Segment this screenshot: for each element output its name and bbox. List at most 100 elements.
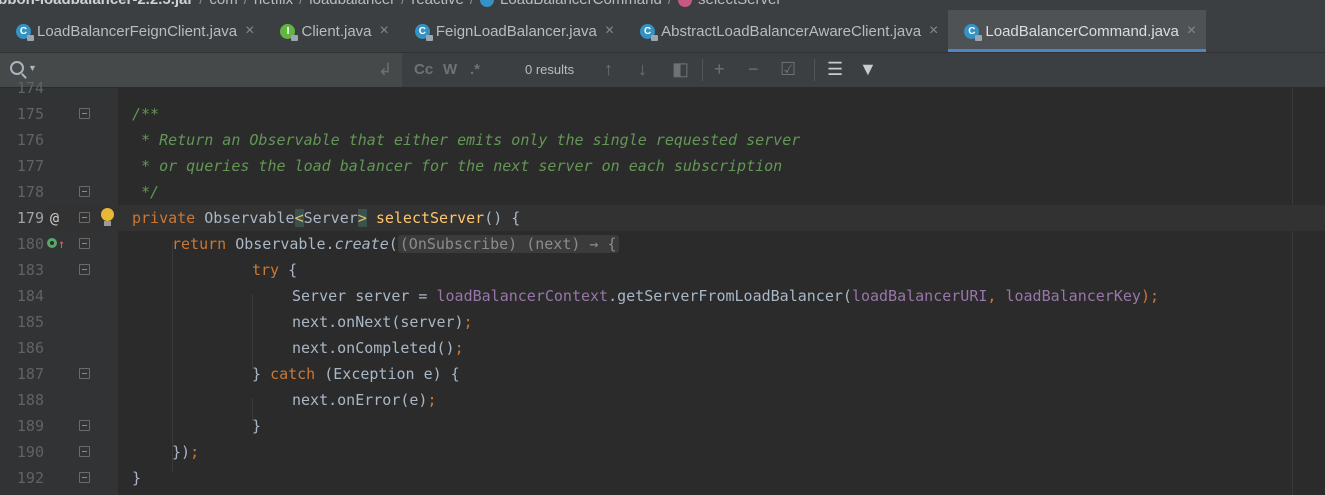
annotation-marker-icon[interactable]: @ xyxy=(50,205,59,231)
static-method: create xyxy=(334,235,389,253)
breadcrumb-item[interactable]: com xyxy=(209,0,237,8)
breadcrumb-separator: / xyxy=(299,0,303,8)
fold-icon[interactable] xyxy=(79,186,90,197)
tab-label: LoadBalancerCommand.java xyxy=(985,22,1179,40)
implementing-method-icon[interactable] xyxy=(47,238,57,248)
keyword: catch xyxy=(270,365,316,383)
line-number: 188 xyxy=(16,391,44,409)
line-number: 187 xyxy=(16,365,44,383)
code-line: 188 next.onError(e); xyxy=(0,387,1325,413)
line-number: 176 xyxy=(16,131,44,149)
bracket-match: > xyxy=(357,209,367,227)
code-token: { xyxy=(279,261,298,279)
tab-label: LoadBalancerFeignClient.java xyxy=(37,22,238,40)
code-token: .getServerFromLoadBalancer( xyxy=(608,287,852,305)
code-line: 174 xyxy=(0,75,1325,101)
fold-icon[interactable] xyxy=(79,264,90,275)
line-number: 184 xyxy=(16,287,44,305)
keyword: try xyxy=(252,261,280,279)
fold-icon[interactable] xyxy=(79,472,90,483)
folded-lambda-hint[interactable]: (OnSubscribe) (next) → { xyxy=(397,235,619,253)
breadcrumb-item[interactable]: netflix xyxy=(254,0,293,8)
code-line: 180 ↑ return Observable.create((OnSubscr… xyxy=(0,231,1325,257)
close-icon[interactable]: × xyxy=(605,22,614,40)
line-number: 177 xyxy=(16,157,44,175)
close-icon[interactable]: × xyxy=(1187,22,1196,40)
breadcrumb-jar[interactable]: ibbon-loadbalancer-2.2.5.jar xyxy=(0,0,193,8)
code-token: ); xyxy=(1140,287,1159,305)
code-text: } catch (Exception e) { xyxy=(252,361,460,387)
code-text: private Observable<Server> selectServer(… xyxy=(132,205,520,231)
code-token: }) xyxy=(172,443,191,461)
search-icon[interactable] xyxy=(10,61,24,75)
arrow-up-icon[interactable]: ↑ xyxy=(58,231,65,257)
tab-client[interactable]: I Client.java × xyxy=(264,10,398,52)
tab-loadbalancercommand[interactable]: C LoadBalancerCommand.java × xyxy=(948,10,1207,52)
method-icon xyxy=(677,0,692,7)
keyword: return xyxy=(172,235,227,253)
code-token: () { xyxy=(484,209,521,227)
fold-icon[interactable] xyxy=(79,108,90,119)
semicolon: ; xyxy=(463,313,473,331)
line-number: 190 xyxy=(16,443,44,461)
code-text: } xyxy=(132,469,142,487)
code-line: 186 next.onCompleted(); xyxy=(0,335,1325,361)
fold-icon[interactable] xyxy=(79,420,90,431)
code-text: next.onNext(server); xyxy=(292,309,473,335)
tab-abstractloadbalancerawareclient[interactable]: C AbstractLoadBalancerAwareClient.java × xyxy=(624,10,948,52)
method-name: selectServer xyxy=(375,209,485,227)
code-line: 184 Server server = loadBalancerContext.… xyxy=(0,283,1325,309)
line-number: 183 xyxy=(16,261,44,279)
code-text: Server server = loadBalancerContext.getS… xyxy=(292,283,1159,309)
code-line: 187 } catch (Exception e) { xyxy=(0,361,1325,387)
code-text: return Observable.create((OnSubscribe) (… xyxy=(172,231,619,257)
chevron-down-icon[interactable]: ▼ xyxy=(28,63,37,73)
lightbulb-icon[interactable] xyxy=(101,208,114,226)
code-token: next.onNext(server) xyxy=(292,313,464,331)
line-number: 186 xyxy=(16,339,44,357)
breadcrumb-separator: / xyxy=(244,0,248,8)
fold-icon[interactable] xyxy=(79,368,90,379)
breadcrumb-item[interactable]: loadbalancer xyxy=(309,0,395,8)
code-text: next.onCompleted(); xyxy=(292,335,464,361)
line-number: 178 xyxy=(16,183,44,201)
code-text: * Return an Observable that either emits… xyxy=(132,131,801,149)
code-text: next.onError(e); xyxy=(292,387,437,413)
class-icon: C xyxy=(16,23,34,41)
fold-icon[interactable] xyxy=(79,238,90,249)
code-token: , xyxy=(987,287,1006,305)
close-icon[interactable]: × xyxy=(245,22,254,40)
class-icon: C xyxy=(964,23,983,41)
code-token: } xyxy=(252,365,271,383)
class-icon xyxy=(480,0,495,7)
tab-loadbalancerfeignclient[interactable]: C LoadBalancerFeignClient.java × xyxy=(0,10,264,52)
lock-icon xyxy=(651,34,659,41)
code-line-current: 179 @ private Observable<Server> selectS… xyxy=(0,205,1325,231)
close-icon[interactable]: × xyxy=(380,22,389,40)
line-number: 189 xyxy=(16,417,44,435)
code-line: 192 } xyxy=(0,465,1325,491)
breadcrumb-separator: / xyxy=(470,0,474,8)
fold-icon[interactable] xyxy=(79,446,90,457)
keyword: private xyxy=(132,209,196,227)
code-line: 185 next.onNext(server); xyxy=(0,309,1325,335)
field-name: loadBalancerURI xyxy=(851,287,988,305)
close-icon[interactable]: × xyxy=(929,22,938,40)
code-line: 176 * Return an Observable that either e… xyxy=(0,127,1325,153)
line-number: 175 xyxy=(16,105,44,123)
editor-tabs: C LoadBalancerFeignClient.java × I Clien… xyxy=(0,10,1325,53)
code-line: 189 } xyxy=(0,413,1325,439)
breadcrumb-method[interactable]: selectServer xyxy=(698,0,781,8)
breadcrumb-item[interactable]: reactive xyxy=(411,0,464,8)
code-text: /** xyxy=(132,105,160,123)
line-number: 179 xyxy=(0,205,44,231)
lock-icon xyxy=(425,34,433,41)
breadcrumb-class[interactable]: LoadBalancerCommand xyxy=(500,0,662,8)
code-line: 177 * or queries the load balancer for t… xyxy=(0,153,1325,179)
code-text: }); xyxy=(172,439,199,465)
fold-icon[interactable] xyxy=(79,212,90,223)
code-editor[interactable]: 174 175 /** 176 * Return an Observable t… xyxy=(0,79,1325,495)
abstract-class-icon: C xyxy=(640,23,659,41)
tab-feignloadbalancer[interactable]: C FeignLoadBalancer.java × xyxy=(399,10,624,52)
